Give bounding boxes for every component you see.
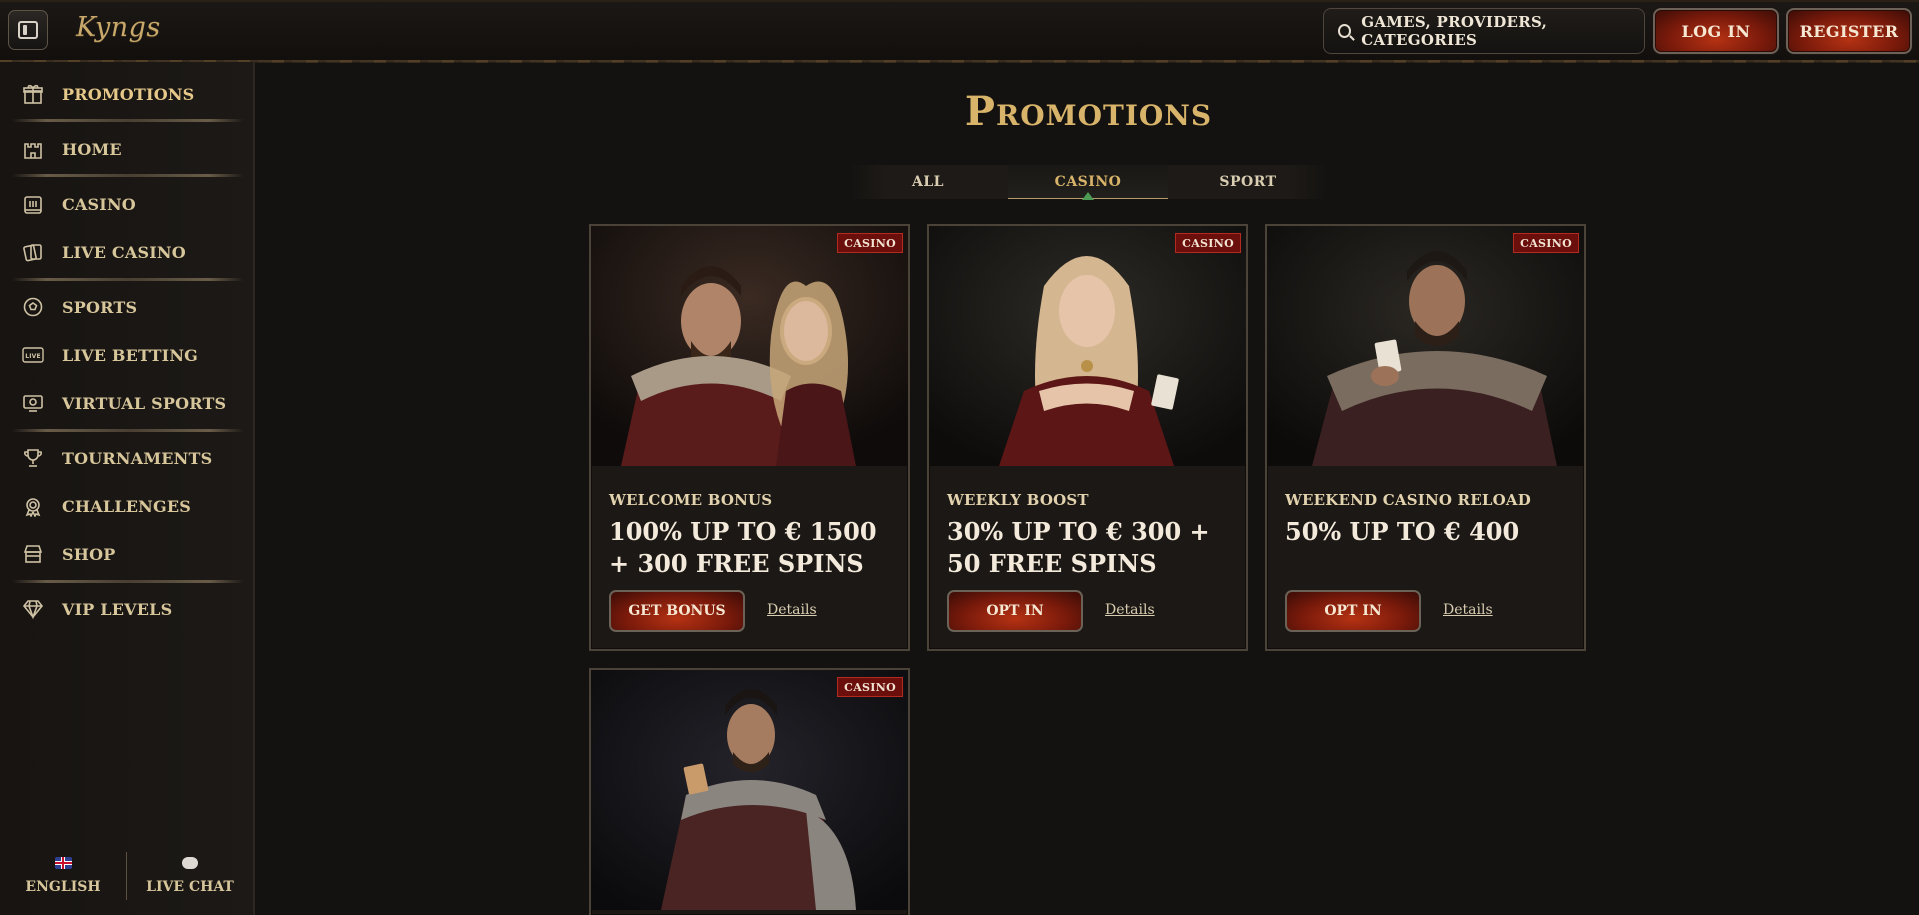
opt-in-button[interactable]: OPT IN [947,590,1083,632]
sidebar-item-virtual-sports[interactable]: VIRTUAL SPORTS [12,383,244,423]
castle-icon [22,138,44,160]
promo-image [929,226,1246,466]
promo-subtitle: WELCOME BONUS [609,491,773,509]
gift-icon [22,83,44,105]
sidebar-item-vip-levels[interactable]: VIP LEVELS [12,589,244,629]
badge-icon [22,495,44,517]
register-button[interactable]: REGISTER [1786,8,1912,54]
page-title: Promotions [964,88,1213,135]
sidebar: PROMOTIONS HOME CASINO LIVE CASINO SPORT… [0,62,255,915]
category-badge: CASINO [1513,233,1579,253]
sidebar-divider [12,174,244,177]
diamond-icon [22,598,44,620]
sidebar-item-label: LIVE BETTING [62,345,199,365]
promotion-tabs: ALL CASINO SPORT [848,165,1328,200]
sidebar-item-label: VIP LEVELS [62,599,173,619]
details-link[interactable]: Details [767,602,817,618]
sidebar-item-tournaments[interactable]: TOURNAMENTS [12,438,244,478]
sidebar-item-casino[interactable]: CASINO [12,184,244,224]
promo-card-weekend-reload[interactable]: CASINO WEEKEND CASINO RELOAD 50% UP TO €… [1265,224,1586,651]
details-link[interactable]: Details [1105,602,1155,618]
live-icon: LIVE [22,344,44,366]
login-button[interactable]: LOG IN [1653,8,1779,54]
sidebar-item-label: CASINO [62,194,136,214]
promo-card-weekly-boost[interactable]: CASINO WEEKLY BOOST 30% UP TO € 300 + 50… [927,224,1248,651]
slot-machine-icon [22,193,44,215]
sidebar-item-sports[interactable]: SPORTS [12,287,244,327]
language-label: ENGLISH [25,879,101,895]
get-bonus-button[interactable]: GET BONUS [609,590,745,632]
logo[interactable]: Kyngs [76,12,161,43]
language-selector[interactable]: ENGLISH [0,857,126,895]
tab-casino[interactable]: CASINO [1008,165,1168,200]
category-badge: CASINO [1175,233,1241,253]
sidebar-divider [12,580,244,583]
uk-flag-icon [54,857,72,869]
category-badge: CASINO [837,233,903,253]
promo-image [591,670,908,910]
search-icon [1338,24,1352,38]
sidebar-item-label: LIVE CASINO [62,242,186,262]
sidebar-item-label: CHALLENGES [62,496,191,516]
svg-text:LIVE: LIVE [25,353,41,360]
promo-card-welcome-bonus[interactable]: CASINO WELCOME BONUS 100% UP TO € 1500 +… [589,224,910,651]
search-input[interactable]: GAMES, PROVIDERS, CATEGORIES [1323,8,1645,54]
sidebar-divider [12,429,244,432]
promo-subtitle: WEEKEND CASINO RELOAD [1285,491,1531,509]
sidebar-item-live-casino[interactable]: LIVE CASINO [12,232,244,272]
sidebar-item-label: SHOP [62,544,116,564]
live-chat-button[interactable]: LIVE CHAT [127,857,253,895]
sidebar-item-label: PROMOTIONS [62,84,195,104]
sidebar-toggle-icon [18,21,38,39]
sidebar-divider [12,278,244,281]
category-badge: CASINO [837,677,903,697]
promo-headline: 100% UP TO € 1500 + 300 FREE SPINS [609,517,877,578]
sidebar-item-challenges[interactable]: CHALLENGES [12,486,244,526]
sidebar-item-shop[interactable]: SHOP [12,534,244,574]
promo-image [591,226,908,466]
shop-icon [22,543,44,565]
tab-sport[interactable]: SPORT [1168,165,1328,199]
top-bar: Kyngs GAMES, PROVIDERS, CATEGORIES LOG I… [0,0,1919,63]
sidebar-divider [12,119,244,122]
sidebar-item-label: HOME [62,139,122,159]
promo-image [1267,226,1584,466]
sidebar-footer: ENGLISH LIVE CHAT [0,837,253,915]
promo-subtitle: WEEKLY BOOST [947,491,1089,509]
sidebar-item-label: VIRTUAL SPORTS [62,393,227,413]
chat-bubble-icon [182,857,198,869]
cards-icon [22,241,44,263]
soccer-ball-icon [22,296,44,318]
sidebar-item-promotions[interactable]: PROMOTIONS [12,74,244,114]
trophy-icon [22,447,44,469]
promo-card-4[interactable]: CASINO [589,668,910,915]
details-link[interactable]: Details [1443,602,1493,618]
sidebar-item-home[interactable]: HOME [12,129,244,169]
sidebar-item-live-betting[interactable]: LIVE LIVE BETTING [12,335,244,375]
monitor-icon [22,392,44,414]
sidebar-item-label: SPORTS [62,297,138,317]
promo-headline: 50% UP TO € 400 [1285,517,1520,546]
sidebar-toggle-button[interactable] [8,10,48,50]
tab-all[interactable]: ALL [848,165,1008,199]
live-chat-label: LIVE CHAT [146,879,234,895]
sidebar-item-label: TOURNAMENTS [62,448,213,468]
search-placeholder: GAMES, PROVIDERS, CATEGORIES [1361,13,1548,49]
opt-in-button[interactable]: OPT IN [1285,590,1421,632]
promo-headline: 30% UP TO € 300 + 50 FREE SPINS [947,517,1210,578]
